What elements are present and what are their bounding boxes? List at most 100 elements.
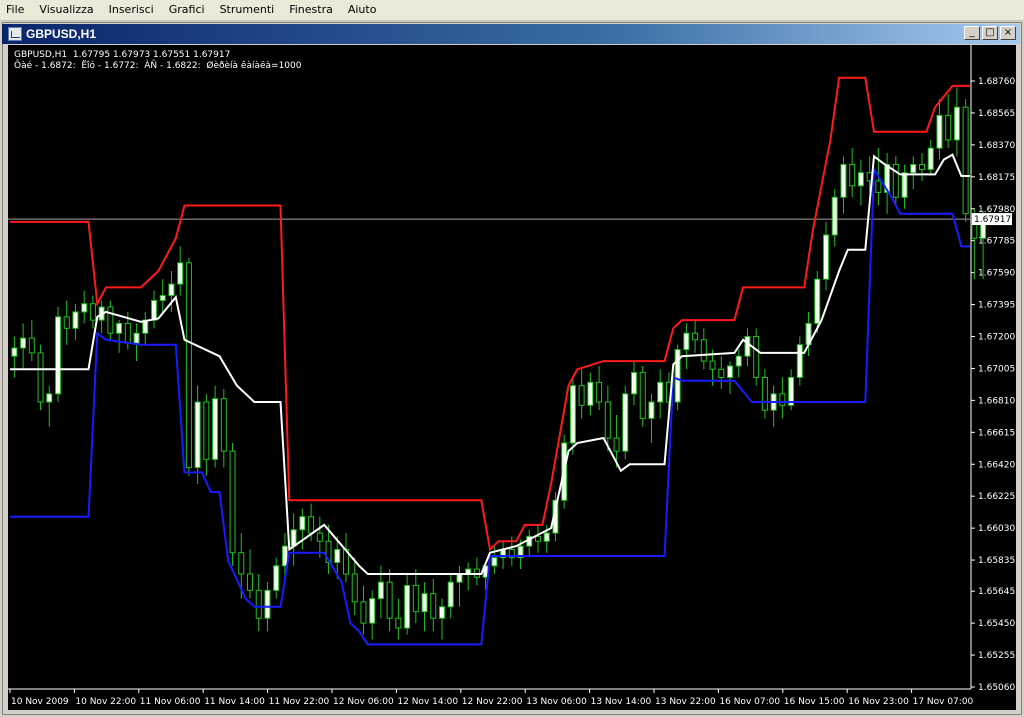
- candle-body[interactable]: [11, 347, 18, 357]
- candle-body[interactable]: [604, 401, 611, 439]
- candle-body[interactable]: [814, 278, 821, 324]
- candle-body[interactable]: [439, 606, 445, 619]
- menu-item-inserisci[interactable]: Inserisci: [103, 0, 163, 20]
- close-button[interactable]: ×: [1000, 26, 1016, 40]
- candle-body[interactable]: [273, 565, 280, 591]
- minimize-button[interactable]: _: [964, 26, 980, 40]
- candle-body[interactable]: [727, 365, 733, 378]
- candle-body[interactable]: [910, 164, 917, 174]
- candle-body[interactable]: [360, 601, 367, 624]
- candle-body[interactable]: [168, 283, 175, 297]
- candle-body[interactable]: [308, 516, 315, 534]
- candle-body[interactable]: [936, 114, 943, 149]
- candle-body[interactable]: [177, 262, 184, 285]
- candle-body[interactable]: [447, 581, 454, 608]
- candle-body[interactable]: [875, 180, 882, 193]
- candle-body[interactable]: [796, 344, 803, 378]
- candle-body[interactable]: [72, 311, 79, 329]
- candle-body[interactable]: [779, 393, 786, 406]
- candle-body[interactable]: [849, 164, 856, 187]
- candle-body[interactable]: [718, 368, 725, 378]
- candle-body[interactable]: [229, 450, 236, 554]
- candle-body[interactable]: [692, 332, 699, 341]
- candle-body[interactable]: [316, 532, 323, 542]
- candle-body[interactable]: [535, 535, 541, 542]
- candle-body[interactable]: [185, 262, 192, 469]
- candle-body[interactable]: [89, 303, 96, 321]
- candle-body[interactable]: [334, 548, 341, 564]
- candle-body[interactable]: [735, 355, 742, 367]
- candle-body[interactable]: [823, 234, 829, 280]
- candle-body[interactable]: [404, 584, 411, 629]
- candle-body[interactable]: [456, 573, 463, 583]
- candle-body[interactable]: [247, 573, 253, 591]
- chart-window-icon[interactable]: [8, 27, 22, 41]
- candle-body[interactable]: [264, 589, 271, 619]
- candle-body[interactable]: [962, 106, 969, 215]
- candle-body[interactable]: [46, 393, 53, 403]
- menu-item-grafici[interactable]: Grafici: [163, 0, 214, 20]
- candle-body[interactable]: [369, 598, 376, 624]
- candle-body[interactable]: [212, 398, 219, 460]
- candle-body[interactable]: [831, 196, 838, 236]
- chart-canvas[interactable]: 1.687601.685651.683701.681751.679801.677…: [8, 45, 1016, 710]
- candle-body[interactable]: [351, 573, 358, 603]
- candle-body[interactable]: [569, 385, 576, 444]
- candle-body[interactable]: [840, 164, 847, 198]
- candle-body[interactable]: [220, 398, 227, 452]
- candle-body[interactable]: [159, 295, 166, 301]
- price-chart[interactable]: 1.68760 1.68565 1.68370 1.68175 1.67980 1.677…: [8, 45, 1016, 710]
- candle-body[interactable]: [194, 401, 201, 469]
- candle-body[interactable]: [28, 337, 35, 354]
- candle-body[interactable]: [761, 376, 768, 411]
- candle-body[interactable]: [683, 332, 690, 351]
- candle-body[interactable]: [20, 337, 27, 349]
- menu-item-finestra[interactable]: Finestra: [283, 0, 342, 20]
- candle-body[interactable]: [255, 589, 262, 619]
- candle-body[interactable]: [55, 316, 61, 395]
- candle-body[interactable]: [299, 516, 306, 531]
- menu-item-file[interactable]: File: [0, 0, 33, 20]
- candle-body[interactable]: [578, 385, 585, 406]
- candle-body[interactable]: [639, 372, 646, 419]
- candle-body[interactable]: [412, 584, 419, 613]
- candle-body[interactable]: [377, 581, 384, 600]
- candle-body[interactable]: [613, 437, 620, 452]
- candle-body[interactable]: [491, 557, 498, 567]
- candle-body[interactable]: [657, 381, 664, 403]
- menu-item-aiuto[interactable]: Aiuto: [342, 0, 386, 20]
- candle-body[interactable]: [124, 322, 131, 344]
- candle-body[interactable]: [953, 106, 960, 141]
- candle-body[interactable]: [421, 593, 428, 613]
- candle-body[interactable]: [709, 360, 716, 370]
- candle-body[interactable]: [116, 322, 123, 334]
- candle-body[interactable]: [596, 381, 603, 403]
- candle-body[interactable]: [919, 164, 925, 170]
- menu-item-strumenti[interactable]: Strumenti: [214, 0, 284, 20]
- candle-body[interactable]: [37, 352, 44, 403]
- candle-body[interactable]: [587, 381, 594, 406]
- candle-body[interactable]: [395, 617, 402, 629]
- candle-body[interactable]: [430, 593, 437, 619]
- candle-body[interactable]: [901, 172, 908, 198]
- candle-body[interactable]: [107, 306, 114, 334]
- candle-body[interactable]: [133, 332, 140, 344]
- candle-body[interactable]: [290, 529, 297, 547]
- candle-body[interactable]: [622, 393, 629, 452]
- maximize-button[interactable]: □: [982, 26, 998, 40]
- candle-body[interactable]: [927, 147, 934, 170]
- candle-body[interactable]: [631, 372, 637, 395]
- menu-item-visualizza[interactable]: Visualizza: [33, 0, 102, 20]
- candle-body[interactable]: [151, 299, 157, 321]
- chart-window-titlebar[interactable]: GBPUSD,H1 _ □ ×: [2, 24, 1020, 44]
- candle-body[interactable]: [648, 401, 655, 419]
- candle-body[interactable]: [744, 336, 751, 357]
- candle-body[interactable]: [857, 172, 864, 187]
- candle-body[interactable]: [753, 336, 760, 378]
- candle-body[interactable]: [386, 581, 393, 619]
- candle-body[interactable]: [945, 114, 952, 141]
- candle-body[interactable]: [81, 303, 88, 313]
- candle-body[interactable]: [203, 401, 210, 460]
- candle-body[interactable]: [63, 316, 70, 329]
- candle-body[interactable]: [543, 532, 550, 542]
